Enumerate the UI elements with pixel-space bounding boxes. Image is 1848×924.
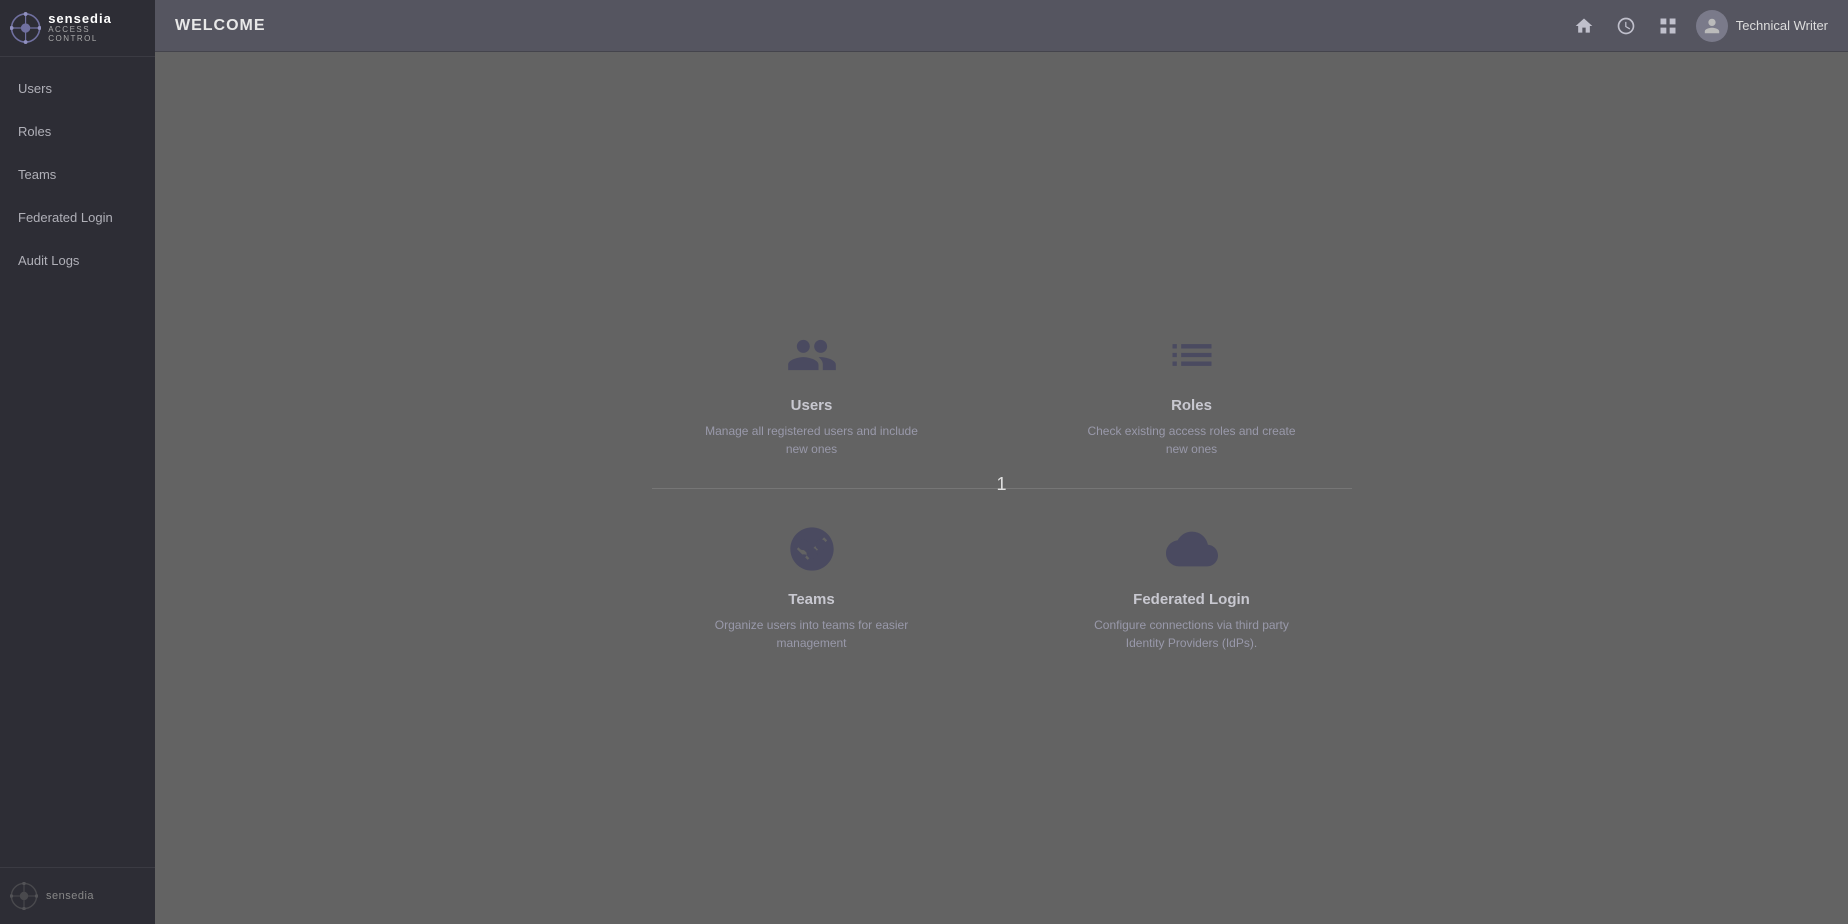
card-teams[interactable]: Teams Organize users into teams for easi… xyxy=(682,499,942,672)
sidebar-footer: sensedia xyxy=(0,867,155,924)
roles-icon xyxy=(1162,325,1222,385)
welcome-content: Users Manage all registered users and in… xyxy=(155,52,1848,924)
sidebar-logo: sensedia ACCESS CONTROL xyxy=(0,0,155,57)
sidebar-item-teams[interactable]: Teams xyxy=(0,153,155,196)
card-users[interactable]: Users Manage all registered users and in… xyxy=(682,305,942,478)
clock-icon[interactable] xyxy=(1612,12,1640,40)
footer-brand-name: sensedia xyxy=(46,890,94,902)
brand-name: sensedia xyxy=(48,12,141,26)
page-title: WELCOME xyxy=(175,17,266,35)
teams-icon xyxy=(782,519,842,579)
avatar xyxy=(1696,10,1728,42)
card-users-desc: Manage all registered users and include … xyxy=(702,422,922,458)
user-badge[interactable]: Technical Writer xyxy=(1696,10,1828,42)
card-federated-login-title: Federated Login xyxy=(1133,591,1250,608)
sidebar-item-audit-logs[interactable]: Audit Logs xyxy=(0,239,155,282)
brand-subtitle: ACCESS CONTROL xyxy=(48,26,141,44)
sidebar-item-federated-login[interactable]: Federated Login xyxy=(0,196,155,239)
topbar: WELCOME xyxy=(155,0,1848,52)
cloud-icon xyxy=(1162,519,1222,579)
separator-badge: 1 xyxy=(996,474,1006,495)
sidebar-navigation: Users Roles Teams Federated Login Audit … xyxy=(0,57,155,867)
topbar-actions: Technical Writer xyxy=(1570,10,1828,42)
card-federated-login[interactable]: Federated Login Configure connections vi… xyxy=(1062,499,1322,672)
card-roles-title: Roles xyxy=(1171,397,1212,414)
card-roles[interactable]: Roles Check existing access roles and cr… xyxy=(1062,305,1322,478)
row-separator: 1 xyxy=(652,488,1352,489)
sidebar-item-roles[interactable]: Roles xyxy=(0,110,155,153)
sidebar-item-users[interactable]: Users xyxy=(0,67,155,110)
user-name: Technical Writer xyxy=(1736,18,1828,33)
users-icon xyxy=(782,325,842,385)
main-content: WELCOME xyxy=(155,0,1848,924)
sidebar: sensedia ACCESS CONTROL Users Roles Team… xyxy=(0,0,155,924)
home-icon[interactable] xyxy=(1570,12,1598,40)
card-teams-title: Teams xyxy=(788,591,834,608)
sensedia-logo-icon xyxy=(10,12,41,44)
sensedia-footer-logo-icon xyxy=(10,882,38,910)
card-teams-desc: Organize users into teams for easier man… xyxy=(702,616,922,652)
card-users-title: Users xyxy=(791,397,833,414)
card-roles-desc: Check existing access roles and create n… xyxy=(1082,422,1302,458)
grid-icon[interactable] xyxy=(1654,12,1682,40)
card-federated-login-desc: Configure connections via third party Id… xyxy=(1082,616,1302,652)
